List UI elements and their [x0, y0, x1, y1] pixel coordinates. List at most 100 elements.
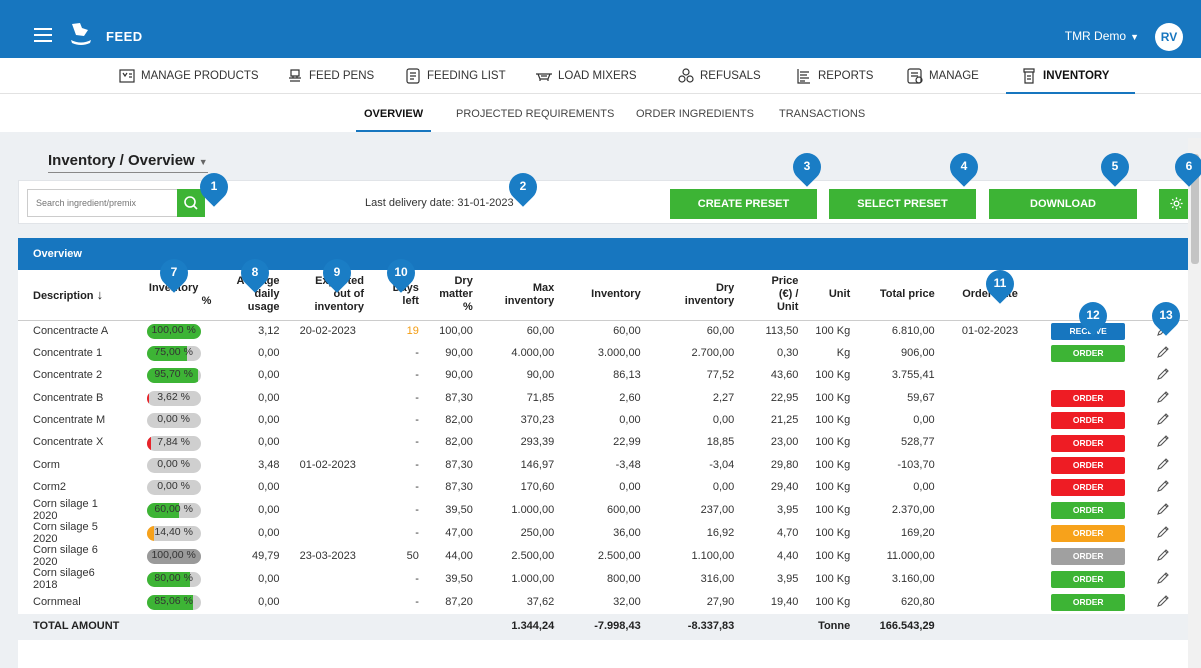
cell-inventory: 36,00	[613, 526, 641, 539]
pencil-icon[interactable]	[1156, 435, 1170, 451]
inventory-progress-label: 3,62 %	[157, 390, 190, 403]
nav-refusals[interactable]: REFUSALS	[677, 58, 761, 94]
cell-description: Corm	[33, 458, 60, 471]
cell-max-inventory: 170,60	[520, 481, 555, 494]
pencil-icon[interactable]	[1156, 457, 1170, 474]
cell-dry-inventory: 27,90	[706, 595, 735, 608]
col-inventory[interactable]: Inventory	[560, 270, 647, 321]
table-row[interactable]: Corn silage 1 2020 60,00 % 0,00 - 39,50 1…	[18, 498, 1188, 522]
cell-total-price: 0,00	[913, 413, 935, 426]
nav-manage[interactable]: MANAGE	[906, 58, 979, 94]
inventory-progress-bar: 80,00 %	[146, 572, 201, 588]
table-row[interactable]: Corn silage6 2018 80,00 % 0,00 - 39,50 1.…	[18, 568, 1188, 591]
col-description[interactable]: Description ↓	[18, 270, 130, 321]
pencil-icon[interactable]	[1156, 595, 1170, 611]
table-row[interactable]: Corm2 0,00 % 0,00 - 87,30 170,60 0,00 0,…	[18, 477, 1188, 499]
account-name: TMR Demo	[1064, 29, 1127, 43]
download-button[interactable]: DOWNLOAD	[989, 189, 1137, 219]
col-unit[interactable]: Unit	[804, 270, 857, 321]
table-row[interactable]: Corn silage 6 2020 100,00 % 49,79 23-03-2…	[18, 545, 1188, 568]
callout-marker: 4	[944, 147, 984, 189]
cell-action: ORDER	[1039, 477, 1137, 499]
avatar[interactable]: RV	[1155, 23, 1183, 51]
order-button[interactable]: ORDER	[1051, 457, 1126, 475]
search-icon	[184, 196, 198, 210]
nav-inventory[interactable]: INVENTORY	[1005, 58, 1137, 95]
order-button[interactable]: ORDER	[1051, 502, 1126, 520]
pencil-icon[interactable]	[1156, 346, 1170, 362]
order-button[interactable]: ORDER	[1051, 479, 1126, 497]
cell-unit: 100 Kg	[815, 526, 851, 539]
cell-order-date	[941, 410, 1040, 432]
cell-total-price: 169,20	[901, 526, 935, 539]
nav-feed-pens[interactable]: FEED PENS	[286, 58, 374, 94]
pencil-icon[interactable]	[1156, 503, 1170, 519]
col-price[interactable]: Price (€) / Unit	[740, 270, 805, 321]
nav-reports[interactable]: REPORTS	[795, 58, 873, 94]
marker-number: 9	[333, 265, 341, 279]
search-box	[27, 189, 205, 217]
cell-unit: 100 Kg	[815, 550, 851, 563]
table-row[interactable]: Concentracte A 100,00 % 3,12 20-02-2023 …	[18, 320, 1188, 342]
tab-transactions[interactable]: TRANSACTIONS	[779, 108, 865, 120]
inventory-progress-label: 0,00 %	[157, 458, 190, 471]
pencil-icon[interactable]	[1156, 480, 1170, 496]
order-button[interactable]: ORDER	[1051, 412, 1126, 430]
pencil-icon[interactable]	[1156, 413, 1170, 429]
tab-overview[interactable]: OVERVIEW	[355, 108, 432, 133]
marker-number: 6	[1185, 159, 1193, 173]
feed-logo-icon	[71, 23, 91, 45]
table-row[interactable]: Cornmeal 85,06 % 0,00 - 87,20 37,62 32,0…	[18, 592, 1188, 614]
table-row[interactable]: Corn silage 5 2020 14,40 % 0,00 - 47,00 2…	[18, 521, 1188, 545]
tab-order-ingredients[interactable]: ORDER INGREDIENTS	[636, 108, 754, 120]
cell-inventory-pct: 7,84 %	[130, 432, 217, 454]
nav-label: REPORTS	[818, 70, 874, 82]
total-inventory: -7.998,43	[560, 613, 647, 640]
table-row[interactable]: Concentrate B 3,62 % 0,00 - 87,30 71,85 …	[18, 387, 1188, 409]
select-preset-button[interactable]: SELECT PRESET	[829, 189, 976, 219]
col-dry-inventory[interactable]: Dry inventory	[646, 270, 741, 321]
cell-edit	[1137, 592, 1188, 614]
nav-load-mixers[interactable]: LOAD MIXERS	[535, 58, 637, 94]
table-row[interactable]: Concentrate 2 95,70 % 0,00 - 90,00 90,00…	[18, 365, 1188, 387]
table-row[interactable]: Concentrate X 7,84 % 0,00 - 82,00 293,39…	[18, 432, 1188, 454]
tab-projected-requirements[interactable]: PROJECTED REQUIREMENTS	[456, 108, 614, 120]
pencil-icon[interactable]	[1156, 390, 1170, 407]
col-total-price[interactable]: Total price	[856, 270, 941, 321]
order-button[interactable]: ORDER	[1051, 594, 1126, 612]
cell-max-inventory: 37,62	[526, 595, 555, 608]
order-button[interactable]: ORDER	[1051, 345, 1126, 363]
pencil-icon[interactable]	[1156, 549, 1170, 565]
cell-total-price: 3.160,00	[891, 573, 935, 586]
cell-expected-out	[286, 387, 370, 409]
vertical-scrollbar[interactable]	[1188, 138, 1201, 668]
pencil-icon[interactable]	[1156, 526, 1170, 542]
table-row[interactable]: Concentrate M 0,00 % 0,00 - 82,00 370,23…	[18, 410, 1188, 432]
order-button[interactable]: ORDER	[1051, 525, 1126, 543]
cell-max-inventory: 293,39	[520, 436, 555, 449]
cell-expected-out: 23-03-2023	[299, 550, 356, 563]
cell-edit	[1137, 568, 1188, 591]
cell-price: 3,95	[776, 503, 799, 516]
nav-feeding-list[interactable]: FEEDING LIST	[404, 58, 506, 94]
cell-days-left: -	[415, 391, 419, 404]
order-button[interactable]: ORDER	[1051, 548, 1126, 566]
order-button[interactable]: ORDER	[1051, 434, 1126, 452]
order-button[interactable]: ORDER	[1051, 389, 1126, 407]
col-dry-matter[interactable]: Dry matter%	[424, 270, 479, 321]
col-max-inventory[interactable]: Max inventory	[478, 270, 561, 321]
create-preset-button[interactable]: CREATE PRESET	[670, 189, 817, 219]
search-input[interactable]	[28, 190, 168, 216]
pencil-icon[interactable]	[1156, 572, 1170, 588]
table-row[interactable]: Corm 0,00 % 3,48 01-02-2023 - 87,30 146,…	[18, 454, 1188, 476]
account-menu[interactable]: TMR Demo ▼	[1065, 29, 1139, 43]
cell-dry-matter: 44,00	[445, 550, 473, 563]
table-row[interactable]: Concentrate 1 75,00 % 0,00 - 90,00 4.000…	[18, 342, 1188, 364]
menu-icon[interactable]	[34, 28, 52, 42]
order-button[interactable]: ORDER	[1051, 571, 1126, 589]
cell-inventory-pct: 100,00 %	[130, 320, 217, 342]
cell-order-date	[941, 342, 1040, 364]
nav-manage-products[interactable]: MANAGE PRODUCTS	[118, 58, 259, 94]
page-title[interactable]: Inventory / Overview ▼	[48, 152, 208, 173]
pencil-icon[interactable]	[1156, 368, 1170, 384]
